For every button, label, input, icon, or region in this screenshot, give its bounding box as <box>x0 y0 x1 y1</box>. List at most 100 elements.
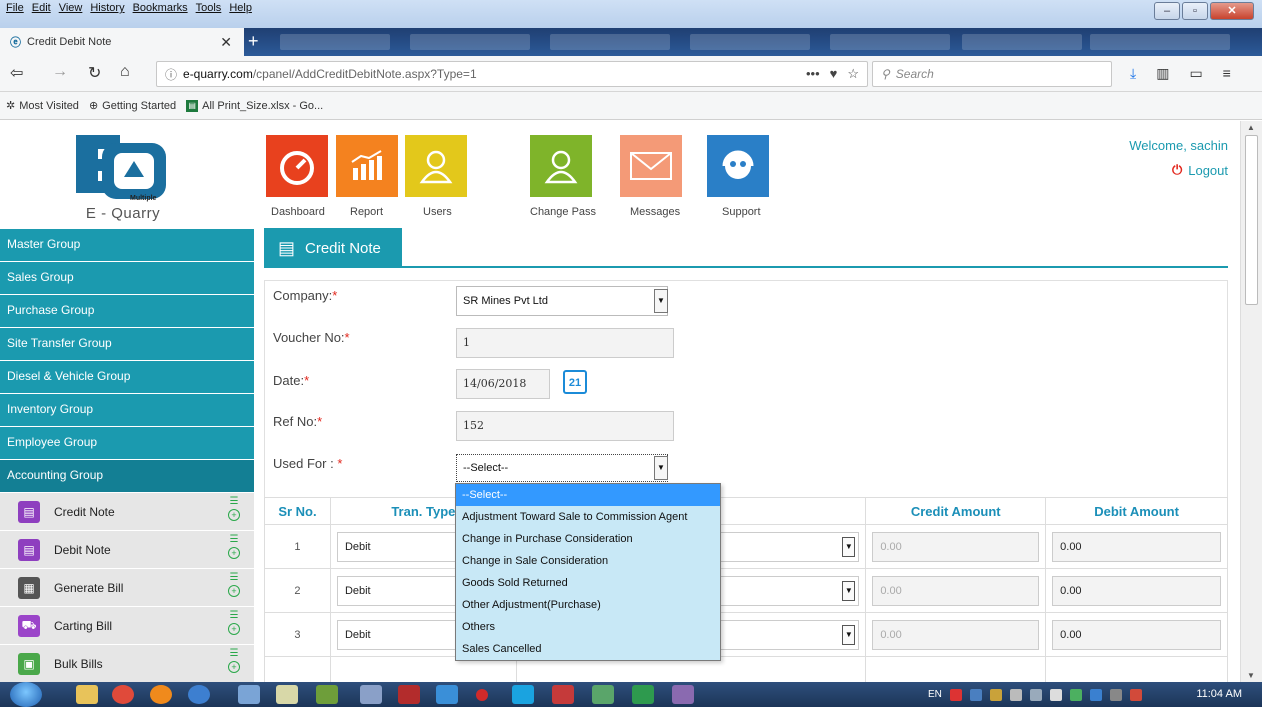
add-icon[interactable]: + <box>228 547 240 559</box>
dropdown-option[interactable]: Change in Sale Consideration <box>456 550 720 572</box>
credit-amount-input[interactable]: 0.00 <box>872 575 1040 606</box>
sidebar-item-credit-note[interactable]: ▤ Credit Note ☰ + <box>0 493 254 531</box>
app-icon[interactable] <box>188 685 210 704</box>
sidebar-item-generate-bill[interactable]: ▦ Generate Bill ☰ + <box>0 569 254 607</box>
filezilla-icon[interactable] <box>398 685 420 704</box>
scroll-down-icon[interactable]: ▼ <box>1247 671 1255 680</box>
change-pass-tile[interactable] <box>530 135 592 197</box>
add-icon[interactable]: + <box>228 585 240 597</box>
back-icon[interactable]: ⇦ <box>10 63 23 83</box>
word-icon[interactable] <box>360 685 382 704</box>
explorer-icon[interactable] <box>76 685 98 704</box>
tray-icon[interactable] <box>989 688 1002 701</box>
maximize-button[interactable]: ▫ <box>1182 2 1208 20</box>
language-indicator[interactable]: EN <box>928 689 942 700</box>
dropdown-option[interactable]: Sales Cancelled <box>456 638 720 660</box>
background-tab[interactable] <box>1090 34 1230 50</box>
support-label[interactable]: Support <box>722 206 761 218</box>
dropdown-option[interactable]: Change in Purchase Consideration <box>456 528 720 550</box>
sidebar-group-site-transfer[interactable]: Site Transfer Group <box>0 328 254 361</box>
chevron-down-icon[interactable]: ▼ <box>654 289 668 313</box>
credit-amount-input[interactable]: 0.00 <box>872 531 1040 562</box>
tray-icon[interactable] <box>969 688 982 701</box>
chevron-down-icon[interactable]: ▼ <box>654 456 668 480</box>
dropdown-option[interactable]: Others <box>456 616 720 638</box>
menu-tools[interactable]: Tools <box>196 2 222 14</box>
tray-icon[interactable] <box>1089 688 1102 701</box>
menu-edit[interactable]: Edit <box>32 2 51 14</box>
menu-view[interactable]: View <box>59 2 83 14</box>
list-icon[interactable]: ☰ <box>230 610 239 622</box>
menu-file[interactable]: File <box>6 2 24 14</box>
dropdown-option[interactable]: Goods Sold Returned <box>456 572 720 594</box>
sidebar-group-sales[interactable]: Sales Group <box>0 262 254 295</box>
forward-icon[interactable]: → <box>52 63 68 81</box>
pocket-icon[interactable]: ♥ <box>830 66 838 82</box>
dropdown-option[interactable]: --Select-- <box>456 484 720 506</box>
sidebar-group-purchase[interactable]: Purchase Group <box>0 295 254 328</box>
credit-amount-input[interactable]: 0.00 <box>872 619 1040 650</box>
chevron-down-icon[interactable]: ▼ <box>842 536 856 557</box>
tray-icon[interactable] <box>1049 688 1062 701</box>
minimize-button[interactable]: – <box>1154 2 1180 20</box>
background-tab[interactable] <box>550 34 670 50</box>
background-tab[interactable] <box>962 34 1082 50</box>
app-icon[interactable] <box>476 689 488 701</box>
add-icon[interactable]: + <box>228 623 240 635</box>
chrome-icon[interactable] <box>112 685 134 704</box>
sheets-icon[interactable] <box>632 685 654 704</box>
sidebar-item-bulk-bills[interactable]: ▣ Bulk Bills ☰ + <box>0 645 254 682</box>
tab-credit-debit-note[interactable]: ⓔ Credit Debit Note ✕ <box>0 28 244 56</box>
calendar-icon[interactable]: 21 <box>563 370 587 394</box>
dropdown-option[interactable]: Adjustment Toward Sale to Commission Age… <box>456 506 720 528</box>
list-icon[interactable]: ☰ <box>230 534 239 546</box>
change-pass-label[interactable]: Change Pass <box>530 206 596 218</box>
tray-icon[interactable] <box>1109 688 1122 701</box>
logout-link[interactable]: ⏻ Logout <box>1172 162 1228 178</box>
ie-icon[interactable] <box>436 685 458 704</box>
credit-note-tab[interactable]: ▤ Credit Note <box>264 228 402 268</box>
scroll-up-icon[interactable]: ▲ <box>1247 123 1255 132</box>
close-window-button[interactable]: ✕ <box>1210 2 1254 20</box>
sidebar-item-carting-bill[interactable]: ⛟ Carting Bill ☰ + <box>0 607 254 645</box>
users-label[interactable]: Users <box>423 206 452 218</box>
sidebar-group-employee[interactable]: Employee Group <box>0 427 254 460</box>
app-icon[interactable] <box>316 685 338 704</box>
report-tile[interactable] <box>336 135 398 197</box>
app-icon[interactable] <box>672 685 694 704</box>
dashboard-label[interactable]: Dashboard <box>271 206 325 218</box>
download-icon[interactable]: ⤓ <box>1130 65 1136 82</box>
list-icon[interactable]: ☰ <box>230 648 239 660</box>
hamburger-menu-icon[interactable]: ≡ <box>1223 65 1231 82</box>
ref-no-field[interactable]: 152 <box>456 411 674 441</box>
dashboard-tile[interactable] <box>266 135 328 197</box>
menu-bookmarks[interactable]: Bookmarks <box>133 2 188 14</box>
background-tab[interactable] <box>280 34 390 50</box>
tray-icon[interactable] <box>1069 688 1082 701</box>
chevron-down-icon[interactable]: ▼ <box>842 624 856 645</box>
debit-amount-input[interactable]: 0.00 <box>1052 531 1221 562</box>
bookmark-print-size[interactable]: ▤ All Print_Size.xlsx - Go... <box>186 99 323 112</box>
tray-icon[interactable] <box>949 688 962 701</box>
info-icon[interactable]: ⓘ <box>165 66 177 83</box>
start-button-icon[interactable] <box>10 682 42 707</box>
app-icon[interactable] <box>592 685 614 704</box>
clock[interactable]: 11:04 AM <box>1196 688 1242 700</box>
bookmark-getting-started[interactable]: ⊕ Getting Started <box>89 99 176 113</box>
home-icon[interactable]: ⌂ <box>120 63 130 81</box>
network-icon[interactable] <box>1029 688 1042 701</box>
menu-help[interactable]: Help <box>229 2 252 14</box>
menu-history[interactable]: History <box>90 2 124 14</box>
reload-icon[interactable]: ↻ <box>88 63 101 83</box>
app-icon[interactable] <box>552 685 574 704</box>
page-scrollbar[interactable]: ▲ ▼ <box>1240 121 1262 682</box>
search-input[interactable]: ⚲ Search <box>872 61 1112 87</box>
bookmark-star-icon[interactable]: ☆ <box>847 66 859 82</box>
list-icon[interactable]: ☰ <box>230 496 239 508</box>
background-tab[interactable] <box>410 34 530 50</box>
date-field[interactable]: 14/06/2018 <box>456 369 550 399</box>
page-actions-icon[interactable]: ••• <box>806 66 820 82</box>
voucher-no-field[interactable]: 1 <box>456 328 674 358</box>
report-label[interactable]: Report <box>350 206 383 218</box>
chevron-down-icon[interactable]: ▼ <box>842 580 856 601</box>
